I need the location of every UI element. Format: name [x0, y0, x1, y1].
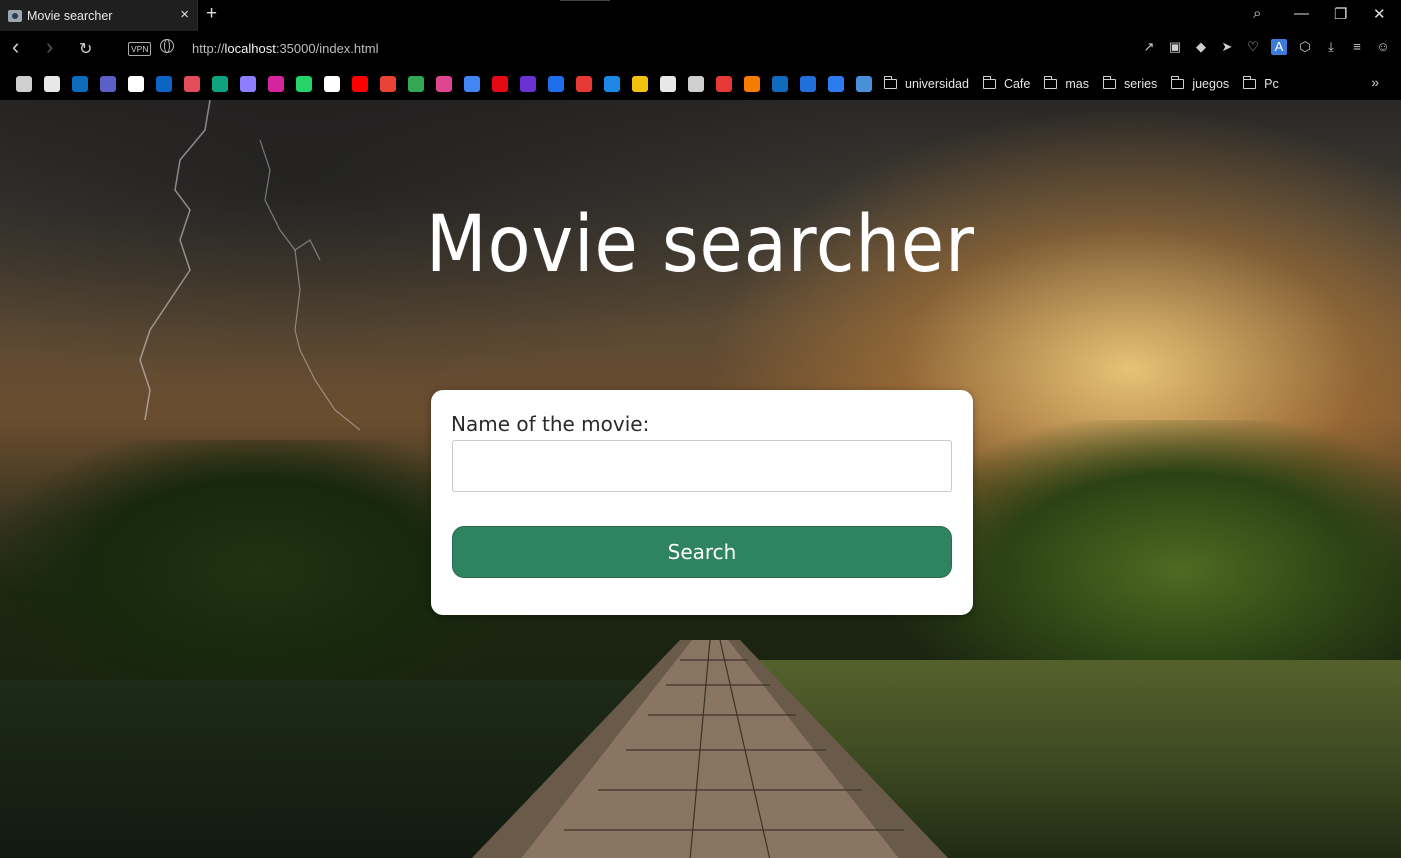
toolbar-icons: ↗ ▣ ◆ ➤ ♡ Α ⬡ ⤓ ≡ ☺ — [1141, 39, 1391, 55]
send-icon[interactable]: ➤ — [1219, 39, 1235, 55]
url-field[interactable]: http://localhost:35000/index.html — [192, 41, 378, 56]
bookmark-icon[interactable] — [240, 75, 256, 92]
bookmark-icon[interactable] — [828, 75, 844, 92]
heart-icon[interactable]: ♡ — [1245, 39, 1261, 55]
bookmark-icon[interactable] — [660, 75, 676, 92]
bookmark-folder-label: universidad — [905, 76, 969, 91]
back-icon[interactable]: ‹ — [12, 34, 19, 60]
tab-movie-searcher[interactable]: Movie searcher × — [0, 0, 198, 31]
bookmark-folder[interactable]: mas — [1044, 75, 1089, 91]
bookmark-icon[interactable] — [772, 75, 788, 92]
bookmark-folder[interactable]: series — [1102, 75, 1158, 91]
bookmark-folder[interactable]: Cafe — [982, 75, 1031, 91]
share-icon[interactable]: ↗ — [1141, 39, 1157, 55]
bookmark-icon[interactable] — [352, 75, 368, 92]
bookmark-icon[interactable] — [716, 75, 732, 92]
folder-icon — [1102, 75, 1116, 89]
bookmark-folder-label: juegos — [1192, 76, 1230, 91]
forward-icon[interactable]: › — [46, 34, 53, 60]
close-window-icon[interactable]: ✕ — [1373, 5, 1386, 23]
bookmark-icon[interactable] — [184, 75, 200, 92]
bookmark-icon[interactable] — [604, 75, 620, 92]
address-bar: ‹ › ↻ VPN http://localhost:35000/index.h… — [0, 31, 1401, 67]
bookmark-icon[interactable] — [44, 75, 60, 92]
bookmark-icon[interactable] — [632, 75, 648, 92]
bookmark-icon[interactable] — [492, 75, 508, 92]
more-bookmarks-icon[interactable]: » — [1371, 74, 1379, 90]
bookmark-icon[interactable] — [436, 75, 452, 92]
camera-icon — [8, 9, 22, 22]
new-tab-button[interactable]: + — [206, 3, 217, 25]
bookmark-icon[interactable] — [576, 75, 592, 92]
minimize-icon[interactable]: — — [1294, 5, 1309, 22]
search-form-card: Name of the movie: Search — [431, 390, 973, 615]
reload-icon[interactable]: ↻ — [79, 39, 92, 59]
bookmarks-bar: universidad Cafe mas series juegos Pc » — [0, 67, 1401, 100]
bookmark-icon[interactable] — [380, 75, 396, 92]
profile-icon[interactable]: ☺ — [1375, 39, 1391, 55]
bookmark-folder[interactable]: universidad — [884, 75, 969, 91]
bookmark-folder-label: Cafe — [1003, 76, 1031, 91]
translate-icon[interactable]: Α — [1271, 39, 1287, 55]
bookmark-icon[interactable] — [548, 75, 564, 92]
folder-icon — [1044, 75, 1058, 89]
bookmark-icon[interactable] — [128, 75, 144, 92]
url-path: :35000/index.html — [275, 41, 379, 56]
folder-icon — [884, 75, 897, 89]
folder-icon — [1243, 75, 1257, 89]
globe-icon[interactable] — [160, 39, 174, 53]
bookmark-folder[interactable]: juegos — [1171, 75, 1230, 91]
shield-icon[interactable]: ◆ — [1193, 39, 1209, 55]
search-tabs-icon[interactable]: ⌕ — [1253, 5, 1261, 22]
drag-handle[interactable] — [560, 0, 610, 1]
bookmark-icon[interactable] — [156, 75, 172, 92]
bookmark-icon[interactable] — [296, 75, 312, 92]
cube-icon[interactable]: ⬡ — [1297, 39, 1313, 55]
bookmark-icon[interactable] — [72, 75, 88, 92]
bookmark-folder-label: mas — [1065, 76, 1089, 91]
url-host: localhost — [224, 41, 276, 56]
bookmark-folder-label: series — [1123, 76, 1158, 91]
page-title: Movie searcher — [426, 200, 975, 290]
movie-name-label: Name of the movie: — [451, 412, 650, 436]
bookmark-folder-label: Pc — [1264, 76, 1279, 91]
vpn-badge[interactable]: VPN — [128, 42, 152, 56]
tab-title: Movie searcher — [27, 8, 113, 23]
close-tab-icon[interactable]: × — [180, 7, 189, 23]
wooden-bridge — [471, 640, 949, 858]
page-viewport: Movie searcher Name of the movie: Search — [0, 100, 1401, 858]
movie-name-input[interactable] — [452, 440, 952, 492]
bookmark-icon[interactable] — [212, 75, 228, 92]
search-button[interactable]: Search — [452, 526, 952, 578]
bookmark-icon[interactable] — [744, 75, 760, 92]
camera-icon[interactable]: ▣ — [1167, 39, 1183, 55]
bookmark-icon[interactable] — [856, 75, 872, 92]
bookmark-icon[interactable] — [800, 75, 816, 92]
bookmark-icon[interactable] — [688, 75, 704, 92]
bookmark-icon[interactable] — [464, 75, 480, 92]
bookmark-icon[interactable] — [16, 75, 32, 92]
bookmark-icon[interactable] — [100, 75, 116, 92]
menu-icon[interactable]: ≡ — [1349, 39, 1365, 55]
bookmark-icon[interactable] — [408, 75, 424, 92]
bookmark-icon[interactable] — [268, 75, 284, 92]
download-icon[interactable]: ⤓ — [1323, 39, 1339, 55]
tab-bar: Movie searcher × + ⌕ — ❐ ✕ — [0, 0, 1401, 31]
bookmark-folder[interactable]: Pc — [1243, 75, 1279, 91]
folder-icon — [982, 75, 996, 89]
restore-icon[interactable]: ❐ — [1334, 5, 1347, 23]
folder-icon — [1171, 75, 1185, 89]
bookmark-icon[interactable] — [520, 75, 536, 92]
bookmark-icon[interactable] — [324, 75, 340, 92]
url-prefix: http:// — [192, 41, 225, 56]
